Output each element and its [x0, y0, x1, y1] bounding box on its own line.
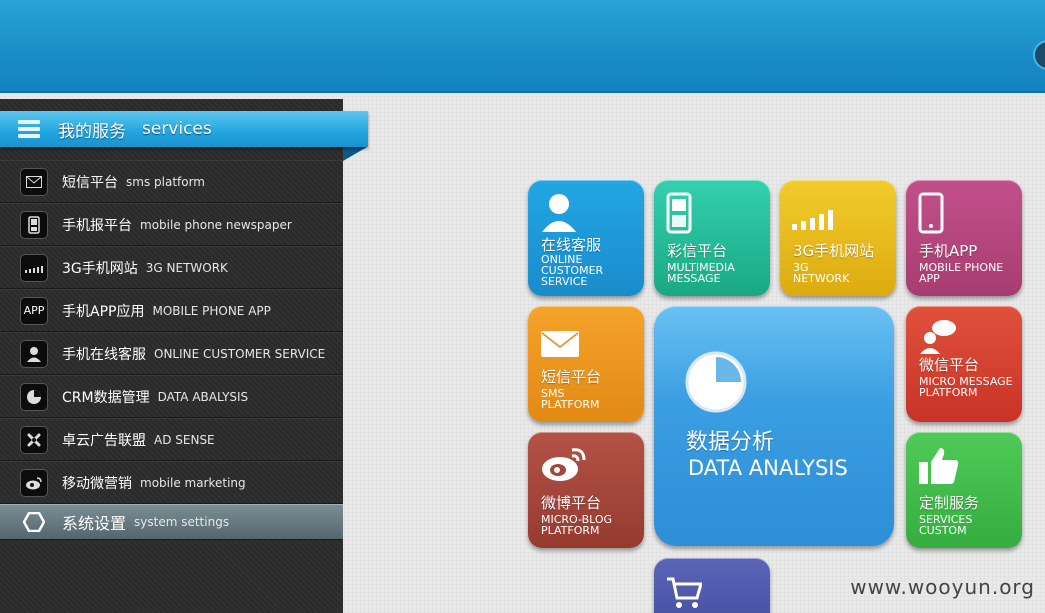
tile-title: 短信平台 [541, 368, 602, 386]
hexagon-icon [20, 508, 48, 536]
sidebar-item-sublabel: mobile phone newspaper [140, 217, 292, 232]
tile-sms-platform[interactable]: 短信平台 SMS PLATFORM [528, 306, 644, 422]
sidebar-item-sublabel: mobile marketing [140, 475, 246, 490]
sidebar-item-mobile-newspaper[interactable]: 手机报平台 mobile phone newspaper [0, 203, 343, 246]
sidebar-item-sublabel: 3G NETWORK [145, 260, 228, 275]
pie-chart-icon [685, 351, 747, 413]
thumbs-up-icon [919, 448, 959, 484]
tile-online-customer-service[interactable]: 在线客服 ONLINE CUSTOMER SERVICE [528, 180, 644, 296]
sidebar-item-3g-network[interactable]: 3G手机网站 3G NETWORK [0, 246, 343, 289]
customer-service-icon [542, 194, 576, 232]
sidebar-header-title-en: services [142, 119, 212, 139]
app-icon: APP [20, 296, 48, 325]
sidebar-menu: 短信平台 sms platform 手机报平台 mobile phone new… [0, 160, 343, 540]
tile-subtitle: SERVICES CUSTOM [919, 513, 973, 537]
sidebar-item-sublabel: sms platform [126, 174, 205, 189]
tile-micro-message[interactable]: 微信平台 MICRO MESSAGE PLATFORM [906, 306, 1022, 422]
sidebar-item-label: 短信平台 [62, 174, 118, 191]
tile-subtitle: MULTIMEDIA MESSAGE [667, 261, 735, 285]
pie-chart-icon [20, 382, 48, 411]
tile-title: 定制服务 [919, 494, 980, 512]
sidebar-header-fold [343, 147, 367, 161]
signal-icon [20, 253, 48, 282]
tile-title: 手机APP [919, 242, 978, 260]
tile-subtitle: ONLINE CUSTOMER SERVICE [541, 253, 604, 288]
shopping-cart-icon [667, 577, 702, 608]
smartphone-icon [918, 192, 944, 234]
signal-bars-icon [792, 210, 833, 230]
tile-multimedia-message[interactable]: 彩信平台 MULTIMEDIA MESSAGE [654, 180, 770, 296]
sidebar-item-sublabel: DATA ABALYSIS [157, 389, 249, 404]
tile-subtitle: SMS PLATFORM [541, 387, 600, 411]
sidebar-header-title-cn: 我的服务 [58, 121, 126, 142]
sidebar-item-label: CRM数据管理 [62, 389, 150, 406]
sidebar-item-label: 卓云广告联盟 [62, 432, 146, 449]
sidebar-item-label: 手机报平台 [62, 217, 132, 234]
sidebar-item-crm-data[interactable]: CRM数据管理 DATA ABALYSIS [0, 375, 343, 418]
tile-shopping-cart[interactable] [654, 558, 770, 613]
tile-title: 彩信平台 [667, 242, 728, 260]
envelope-icon [541, 331, 579, 357]
tile-title: 数据分析 [686, 430, 775, 455]
sidebar-item-sublabel: AD SENSE [154, 432, 215, 447]
sidebar-header[interactable]: 我的服务 services [0, 111, 368, 147]
envelope-icon [20, 167, 48, 196]
hamburger-menu-icon[interactable] [18, 120, 40, 138]
tile-title: 微信平台 [919, 356, 980, 374]
tile-services-custom[interactable]: 定制服务 SERVICES CUSTOM [906, 432, 1022, 548]
sidebar-item-label: 手机APP应用 [62, 303, 145, 320]
top-header-bar [0, 0, 1045, 93]
tile-mobile-phone-app[interactable]: 手机APP MOBILE PHONE APP [906, 180, 1022, 296]
tile-subtitle: MICRO-BLOG PLATFORM [541, 513, 613, 537]
sidebar-item-label: 3G手机网站 [62, 260, 138, 277]
sidebar-item-label: 移动微营销 [62, 475, 132, 492]
sidebar-item-sms-platform[interactable]: 短信平台 sms platform [0, 160, 343, 203]
tile-data-analysis[interactable]: 数据分析 DATA ANALYSIS [654, 306, 894, 546]
tile-subtitle: 3G NETWORK [793, 261, 850, 285]
joomla-icon [20, 425, 48, 454]
mobile-phone-icon [666, 192, 692, 234]
phone-icon [20, 210, 48, 239]
header-round-button[interactable] [1033, 40, 1045, 70]
sidebar-item-sublabel: ONLINE CUSTOMER SERVICE [154, 346, 326, 361]
sidebar-item-system-settings[interactable]: 系统设置 system settings [0, 504, 343, 540]
sidebar-item-sublabel: MOBILE PHONE APP [152, 303, 271, 318]
sidebar-item-online-customer-service[interactable]: 手机在线客服 ONLINE CUSTOMER SERVICE [0, 332, 343, 375]
weibo-icon [542, 448, 586, 481]
weibo-icon [20, 468, 48, 497]
watermark: www.wooyun.org [850, 575, 1035, 599]
tile-micro-blog[interactable]: 微博平台 MICRO-BLOG PLATFORM [528, 432, 644, 548]
sidebar-item-ad-sense[interactable]: 卓云广告联盟 AD SENSE [0, 418, 343, 461]
sidebar-item-mobile-marketing[interactable]: 移动微营销 mobile marketing [0, 461, 343, 504]
user-icon [20, 339, 48, 368]
sidebar-item-label: 系统设置 [62, 514, 127, 533]
tile-subtitle: MICRO MESSAGE PLATFORM [919, 375, 1013, 399]
tile-subtitle: DATA ANALYSIS [688, 456, 848, 480]
tile-title: 微博平台 [541, 494, 602, 512]
tile-title: 3G手机网站 [793, 242, 875, 260]
tile-title: 在线客服 [541, 236, 602, 254]
tile-3g-network[interactable]: 3G手机网站 3G NETWORK [780, 180, 896, 296]
tile-subtitle: MOBILE PHONE APP [919, 261, 1004, 285]
sidebar-item-mobile-app[interactable]: APP 手机APP应用 MOBILE PHONE APP [0, 289, 343, 332]
sidebar-item-sublabel: system settings [134, 515, 230, 529]
chat-user-icon [920, 320, 956, 354]
sidebar-item-label: 手机在线客服 [62, 346, 146, 363]
